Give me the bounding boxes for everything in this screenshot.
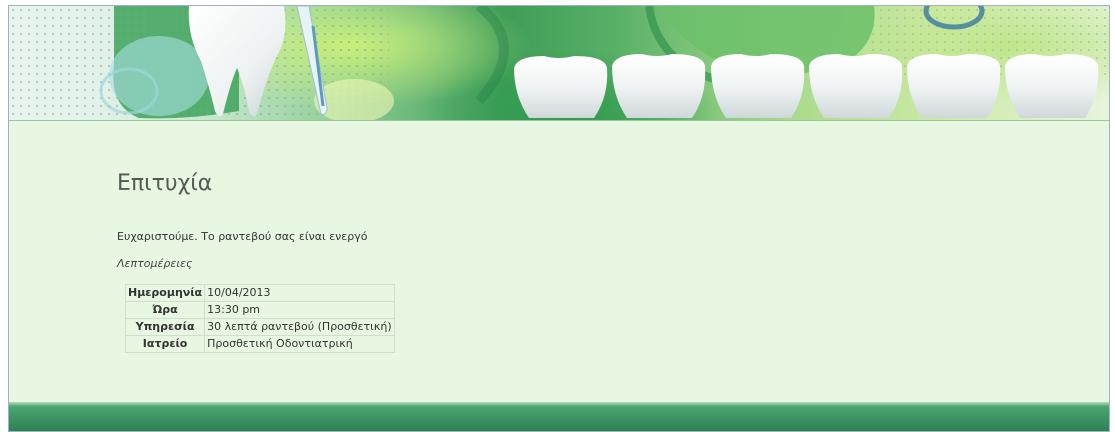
footer-bar — [9, 402, 1109, 431]
banner-illustration — [99, 6, 1099, 120]
table-row: Ημερομηνία 10/04/2013 — [124, 284, 395, 302]
details-heading: Λεπτομέρειες — [117, 257, 193, 270]
clinic-value: Προσθετική Οδοντιατρική — [204, 335, 395, 353]
date-label: Ημερομηνία — [124, 284, 206, 302]
service-label: Υπηρεσία — [124, 318, 206, 336]
page-frame: Επιτυχία Ευχαριστούμε. Το ραντεβού σας ε… — [8, 5, 1110, 432]
table-row: Ιατρείο Προσθετική Οδοντιατρική — [124, 335, 395, 353]
table-row: Ώρα 13:30 pm — [124, 301, 395, 319]
clinic-label: Ιατρείο — [124, 335, 206, 353]
date-value: 10/04/2013 — [204, 284, 395, 302]
time-value: 13:30 pm — [204, 301, 395, 319]
time-label: Ώρα — [124, 301, 206, 319]
service-value: 30 λεπτά ραντεβού (Προσθετική) — [204, 318, 395, 336]
page-title: Επιτυχία — [117, 171, 213, 196]
table-row: Υπηρεσία 30 λεπτά ραντεβού (Προσθετική) — [124, 318, 395, 336]
success-message: Ευχαριστούμε. Το ραντεβού σας είναι ενερ… — [117, 230, 368, 243]
appointment-details-table: Ημερομηνία 10/04/2013 Ώρα 13:30 pm Υπηρε… — [124, 284, 395, 353]
header-banner — [9, 6, 1109, 121]
toothbrush-icon — [296, 6, 328, 115]
